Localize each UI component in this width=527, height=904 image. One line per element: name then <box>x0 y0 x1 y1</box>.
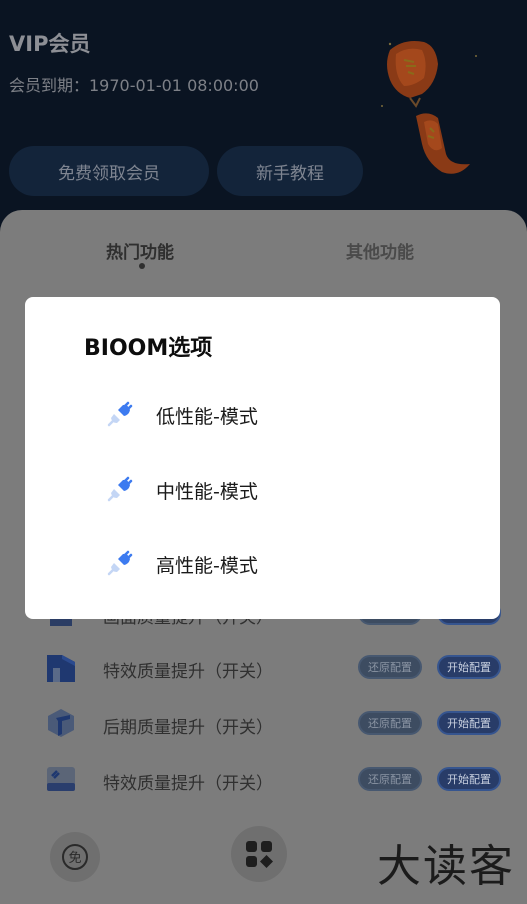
vip-title: VIP会员 <box>9 32 91 56</box>
start-config-button[interactable]: 开始配置 <box>437 711 501 735</box>
high-performance-option[interactable]: 高性能-模式 <box>25 538 500 588</box>
svg-text:免: 免 <box>68 851 81 866</box>
apps-grid-icon <box>246 841 273 868</box>
option-label: 高性能-模式 <box>156 555 258 577</box>
restore-config-button[interactable]: 还原配置 <box>358 767 422 791</box>
option-label: 中性能-模式 <box>156 481 258 503</box>
start-config-button[interactable]: 开始配置 <box>437 655 501 679</box>
card-icon <box>47 767 75 791</box>
feature-label: 特效质量提升（开关） <box>103 662 273 682</box>
sky-lantern-illustration <box>381 41 477 174</box>
plug-icon <box>107 401 133 427</box>
plug-icon <box>107 550 133 576</box>
feature-label: 特效质量提升（开关） <box>103 774 273 794</box>
active-tab-indicator <box>139 263 145 269</box>
restore-config-button[interactable]: 还原配置 <box>358 711 422 735</box>
dialog-title: BIOOM选项 <box>84 336 213 361</box>
plug-icon <box>107 476 133 502</box>
low-performance-option[interactable]: 低性能-模式 <box>25 389 500 439</box>
feature-row: 特效质量提升（开关） 还原配置 开始配置 <box>0 760 527 800</box>
membership-expire-text: 会员到期：1970-01-01 08:00:00 <box>9 76 259 95</box>
free-badge-icon: 免 <box>62 844 88 870</box>
feature-label: 后期质量提升（开关） <box>103 718 273 738</box>
tab-other-features[interactable]: 其他功能 <box>346 238 414 263</box>
bioom-options-dialog: BIOOM选项 低性能-模式 中性能-模式 高性能-模式 <box>25 297 500 619</box>
house-icon <box>47 655 75 682</box>
medium-performance-option[interactable]: 中性能-模式 <box>25 464 500 514</box>
tutorial-button[interactable]: 新手教程 <box>217 146 363 196</box>
watermark-text: 大读客 <box>377 841 515 892</box>
option-label: 低性能-模式 <box>156 406 258 428</box>
tab-hot-features[interactable]: 热门功能 <box>106 238 174 263</box>
cube-icon <box>48 709 74 737</box>
bottom-navigation: 免 大读客 <box>0 824 527 904</box>
feature-row: 后期质量提升（开关） 还原配置 开始配置 <box>0 704 527 744</box>
apps-nav-button[interactable] <box>231 826 287 882</box>
feature-row: 特效质量提升（开关） 还原配置 开始配置 <box>0 648 527 688</box>
start-config-button[interactable]: 开始配置 <box>437 767 501 791</box>
free-member-button[interactable]: 免费领取会员 <box>9 146 209 196</box>
free-nav-button[interactable]: 免 <box>50 832 100 882</box>
restore-config-button[interactable]: 还原配置 <box>358 655 422 679</box>
vip-header: VIP会员 会员到期：1970-01-01 08:00:00 免费领取会员 新手… <box>0 0 527 230</box>
